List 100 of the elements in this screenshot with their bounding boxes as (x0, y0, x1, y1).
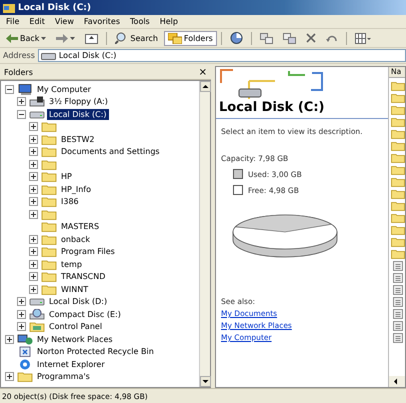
tree-item[interactable]: My Network Places (35, 334, 115, 345)
address-field[interactable]: Local Disk (C:) (38, 49, 406, 62)
folder-icon (41, 221, 57, 232)
tree-item[interactable]: HP (59, 171, 74, 182)
tree-item[interactable]: Control Panel (47, 321, 104, 332)
scrollbar[interactable] (389, 376, 405, 387)
cd-icon (29, 308, 45, 320)
free-swatch (233, 185, 243, 195)
folders-button[interactable]: Folders (164, 30, 217, 46)
scroll-up-icon[interactable] (200, 81, 211, 92)
file-icon[interactable] (391, 285, 405, 295)
file-icon[interactable] (391, 309, 405, 319)
expand-toggle[interactable] (29, 134, 38, 144)
tree-item[interactable]: temp (59, 258, 84, 270)
delete-icon (306, 33, 316, 43)
expand-toggle[interactable] (29, 234, 38, 244)
expand-toggle[interactable] (17, 322, 26, 332)
scrollbar[interactable] (199, 81, 210, 387)
folder-icon (41, 258, 57, 270)
expand-toggle[interactable] (17, 97, 26, 106)
tree-item[interactable]: I386 (59, 196, 81, 208)
tree-item[interactable]: MASTERS (59, 221, 102, 232)
used-swatch (233, 169, 243, 179)
folder-icon (41, 234, 57, 245)
undo-icon (326, 34, 338, 42)
tree-item[interactable]: WINNT (59, 284, 90, 295)
views-icon (354, 32, 371, 44)
folder-icon (41, 121, 57, 132)
folder-icon (41, 146, 57, 158)
menu-item[interactable]: Tools (130, 17, 150, 26)
close-button[interactable]: × (198, 68, 207, 78)
expand-toggle[interactable] (29, 210, 38, 219)
tree-item[interactable]: Local Disk (C:) (47, 108, 109, 120)
address-label: Address (3, 51, 35, 60)
tree-item[interactable]: 3½ Floppy (A:) (47, 96, 110, 108)
menu-item[interactable]: View (54, 17, 74, 26)
move-icon (260, 32, 273, 44)
tree-item[interactable]: My Computer (35, 84, 93, 95)
file-icon[interactable] (391, 321, 405, 331)
tree-item[interactable]: HP_Info (59, 184, 93, 195)
folder-icon (41, 271, 57, 282)
tree-item[interactable]: Documents and Settings (59, 146, 162, 158)
expand-toggle[interactable] (5, 334, 14, 344)
recycle-icon (17, 346, 33, 358)
folder-icon (41, 208, 57, 220)
control-icon (29, 321, 45, 332)
search-icon (115, 32, 128, 44)
expand-toggle[interactable] (17, 310, 26, 319)
folders-icon (168, 32, 182, 44)
folder-icon (41, 184, 57, 195)
tree-item[interactable]: Programma's (35, 371, 92, 382)
dropdown-arrow-icon (41, 36, 46, 40)
tree-item[interactable]: Internet Explorer (35, 358, 107, 370)
back-arrow-icon (6, 34, 18, 42)
expand-toggle[interactable] (29, 284, 38, 294)
expand-toggle[interactable] (29, 272, 38, 282)
file-icon[interactable] (391, 273, 405, 283)
expand-toggle[interactable] (29, 197, 38, 206)
scroll-down-icon[interactable] (200, 376, 211, 387)
dropdown-arrow-icon (70, 36, 76, 40)
file-icon[interactable] (391, 333, 405, 343)
copy-icon (282, 32, 296, 44)
window-icon (3, 2, 15, 12)
drive-icon (29, 108, 45, 120)
tree-item[interactable]: Program Files (59, 246, 117, 258)
tree-item[interactable]: TRANSCND (59, 271, 108, 282)
file-icon[interactable] (391, 261, 405, 271)
drive-title: Local Disk (C:) (219, 100, 326, 115)
menu-item[interactable]: Help (160, 17, 178, 26)
file-icon[interactable] (391, 297, 405, 307)
search-button[interactable]: Search (111, 30, 162, 46)
browser-icon (17, 358, 33, 370)
expand-toggle[interactable] (29, 122, 38, 132)
folder-icon (41, 284, 57, 295)
menu-item[interactable]: Edit (29, 17, 45, 26)
menu-item[interactable]: File (6, 17, 20, 26)
tree-item[interactable]: onback (59, 234, 92, 245)
expand-toggle[interactable] (29, 184, 38, 194)
pane-title: Folders (4, 68, 33, 77)
folder-icon (41, 171, 57, 182)
collapse-toggle[interactable] (17, 110, 26, 119)
expand-toggle[interactable] (5, 372, 14, 382)
expand-toggle[interactable] (17, 297, 26, 306)
back-button[interactable]: Back (2, 30, 50, 46)
network-icon (17, 334, 33, 345)
folder-icon (41, 158, 57, 170)
expand-toggle[interactable] (29, 147, 38, 156)
folder-icon (17, 371, 33, 382)
up-icon (85, 32, 98, 44)
tree-item[interactable]: Compact Disc (E:) (47, 308, 123, 320)
expand-toggle[interactable] (29, 260, 38, 269)
expand-toggle[interactable] (29, 247, 38, 256)
floppy-icon (29, 96, 45, 108)
menu-item[interactable]: Favorites (84, 17, 120, 26)
expand-toggle[interactable] (29, 160, 38, 169)
expand-toggle[interactable] (29, 172, 38, 182)
collapse-toggle[interactable] (5, 84, 14, 94)
tree-item[interactable]: Norton Protected Recycle Bin (35, 346, 156, 358)
tree-item[interactable]: Local Disk (D:) (47, 296, 110, 308)
tree-item[interactable]: BESTW2 (59, 134, 97, 145)
